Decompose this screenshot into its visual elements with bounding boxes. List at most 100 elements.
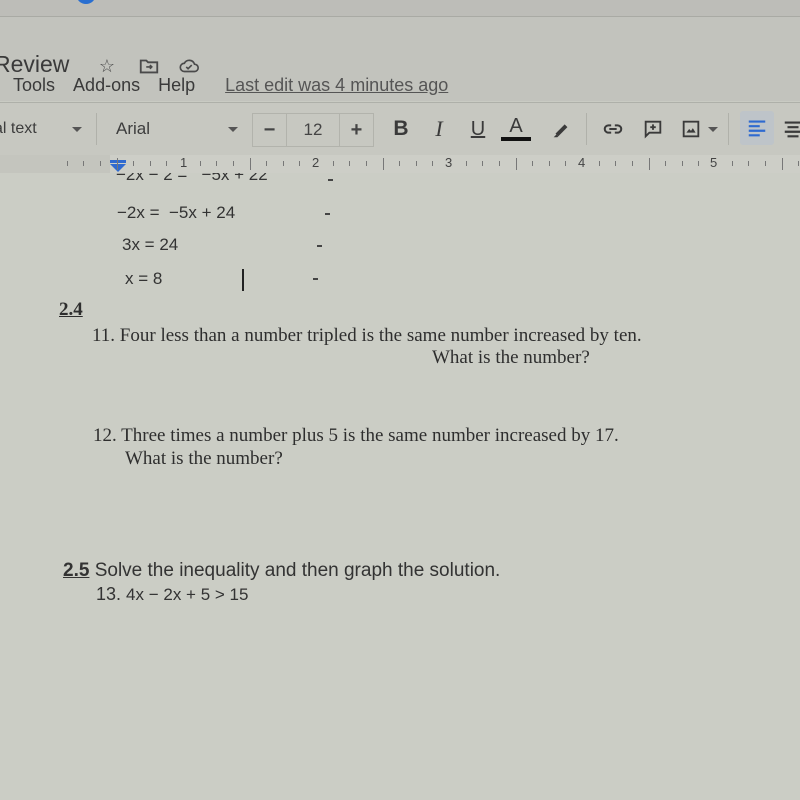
decrease-font-size-button[interactable]: − — [253, 114, 286, 146]
ruler-tick — [332, 161, 334, 166]
ruler-tick — [764, 161, 766, 166]
image-icon — [682, 120, 700, 138]
menu-tools[interactable]: Tools — [13, 75, 55, 96]
ruler-tick — [299, 161, 301, 166]
bold-button[interactable]: B — [388, 115, 414, 143]
ruler-tick — [631, 161, 633, 166]
ruler-tick — [465, 161, 467, 166]
ruler-number: 1 — [180, 155, 188, 170]
insert-link-button[interactable] — [600, 115, 626, 143]
paragraph-style-value: al text — [0, 120, 37, 137]
ruler-tick — [548, 161, 550, 166]
text-color-glyph: A — [509, 115, 523, 137]
ruler-tick — [798, 161, 800, 166]
highlight-color-button[interactable] — [548, 115, 574, 143]
toolbar-divider — [728, 113, 729, 145]
ruler-tick — [615, 161, 617, 166]
ruler-tick — [515, 158, 517, 170]
docs-logo-icon — [76, 0, 96, 4]
ruler-tick — [232, 161, 234, 166]
ruler-tick — [399, 161, 401, 166]
chevron-down-icon[interactable] — [708, 127, 718, 132]
equation-line: −2x = −5x + 24 — [117, 203, 236, 222]
ruler-tick — [565, 161, 567, 166]
question-12-text: 12. Three times a number plus 5 is the s… — [93, 425, 619, 446]
font-size-stepper: − 12 + — [252, 113, 374, 147]
insert-comment-button[interactable] — [640, 115, 666, 143]
menu-bar: t Tools Add-ons Help Last edit was 4 min… — [0, 72, 448, 98]
add-comment-icon — [644, 120, 662, 139]
text-cursor — [242, 269, 244, 291]
link-icon — [603, 124, 623, 134]
align-left-icon — [748, 120, 766, 137]
ruler-number: 2 — [312, 155, 320, 170]
ruler-tick — [83, 161, 85, 166]
chevron-down-icon — [72, 127, 82, 132]
paragraph-style-select[interactable]: al text — [0, 115, 84, 143]
ruler-tick — [598, 161, 600, 166]
last-edit-link[interactable]: Last edit was 4 minutes ago — [225, 75, 448, 96]
equation-marker — [317, 245, 322, 247]
indent-marker-handle[interactable] — [110, 160, 126, 172]
ruler-tick — [731, 161, 733, 166]
ruler-number: 4 — [578, 155, 586, 170]
equation-marker — [325, 213, 330, 215]
equation-line: x = 8 — [125, 269, 163, 288]
ruler-tick — [99, 161, 101, 166]
ruler-page-area — [110, 155, 800, 173]
ruler-tick — [748, 161, 750, 166]
underline-button[interactable]: U — [465, 115, 491, 143]
text-color-button[interactable]: A — [501, 115, 531, 143]
toolbar-divider — [96, 113, 97, 145]
question-13-expression: 4x − 2x + 5 > 15 — [126, 585, 249, 604]
font-value: Arial — [116, 119, 151, 138]
question-12-prompt: What is the number? — [125, 448, 283, 469]
ruler-tick — [698, 161, 700, 166]
font-size-input[interactable]: 12 — [286, 114, 340, 146]
equation-marker — [328, 179, 333, 181]
question-13: 13. 4x − 2x + 5 > 15 — [96, 584, 249, 604]
ruler-tick — [216, 161, 218, 166]
menu-add-ons[interactable]: Add-ons — [73, 75, 140, 96]
insert-image-button[interactable] — [678, 115, 704, 143]
ruler-tick — [133, 161, 135, 166]
chevron-down-icon — [228, 127, 238, 132]
ruler-tick — [382, 158, 384, 170]
ruler-tick — [349, 161, 351, 166]
ruler-number: 5 — [710, 155, 718, 170]
align-center-icon — [784, 121, 800, 138]
ruler-tick — [199, 161, 201, 166]
increase-font-size-button[interactable]: + — [340, 114, 373, 146]
ruler-tick — [116, 158, 118, 170]
equation-line: −2x − 2 = −5x + 22 — [116, 173, 268, 184]
document-page[interactable]: −2x − 2 = −5x + 22 −2x = −5x + 24 3x = 2… — [0, 173, 800, 800]
align-center-button[interactable] — [780, 115, 800, 143]
ruler-tick — [532, 161, 534, 166]
section-label-2-4: 2.4 — [59, 299, 83, 320]
ruler-tick — [781, 158, 783, 170]
ruler-tick — [648, 158, 650, 170]
ruler-tick — [282, 161, 284, 166]
question-11-prompt: What is the number? — [432, 347, 590, 368]
ruler-tick — [266, 161, 268, 166]
ruler-tick — [166, 161, 168, 166]
equation-marker — [313, 278, 318, 280]
ruler-tick — [66, 161, 68, 166]
ruler-tick — [482, 161, 484, 166]
font-select[interactable]: Arial — [116, 115, 240, 143]
ruler-tick — [432, 161, 434, 166]
ruler-tick — [249, 158, 251, 170]
menu-help[interactable]: Help — [158, 75, 195, 96]
equation-line: 3x = 24 — [122, 235, 179, 254]
italic-button[interactable]: I — [426, 115, 452, 143]
browser-chrome — [0, 0, 800, 17]
section-2-5-instruction: 2.5 Solve the inequality and then graph … — [63, 560, 501, 581]
ruler-tick — [665, 161, 667, 166]
ruler: 1 2 3 4 5 — [0, 155, 800, 173]
ruler-tick — [365, 161, 367, 166]
align-left-button[interactable] — [740, 111, 774, 145]
ruler-tick — [498, 161, 500, 166]
ruler-tick — [415, 161, 417, 166]
ruler-tick — [149, 161, 151, 166]
section-label-2-5: 2.5 — [63, 560, 90, 581]
